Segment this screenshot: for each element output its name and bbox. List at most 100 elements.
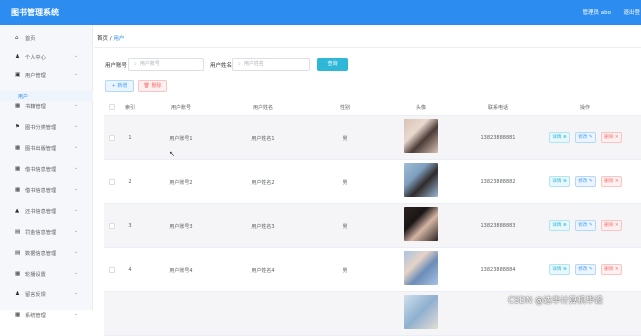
account-placeholder: 用户账号 <box>139 61 160 67</box>
breadcrumb-separator: / <box>109 36 112 42</box>
breadcrumb-home[interactable]: 首页 <box>97 36 108 42</box>
chevron-down-icon: ⌄ <box>74 53 79 59</box>
sidebar-item[interactable]: ▤ 数据信息管理 ⌄ <box>0 247 93 261</box>
lock-icon: ▲ <box>15 208 20 214</box>
avatar <box>404 207 438 241</box>
batch-delete-button[interactable]: 🗑 删除 <box>138 80 167 92</box>
view-button[interactable]: 详情 ⊕ <box>549 176 570 187</box>
current-user[interactable]: 管理员 abo <box>583 8 611 16</box>
delete-button[interactable]: 删除 ✕ <box>601 132 622 143</box>
row-checkbox[interactable] <box>109 179 115 185</box>
chevron-down-icon: ⌄ <box>74 102 79 108</box>
delete-button[interactable]: 删除 ✕ <box>601 264 622 275</box>
cell-gender: 男 <box>342 136 348 142</box>
breadcrumb: 首页 / 用户 <box>97 34 124 42</box>
search-button[interactable]: 查询 <box>317 58 348 71</box>
account-search-input[interactable]: ⌕ 用户账号 <box>128 58 204 71</box>
sidebar-item-label: 借书信息管理 <box>25 167 57 173</box>
doc-icon: ▤ <box>15 250 21 256</box>
users-icon: ▣ <box>15 72 21 78</box>
app-title: 图书管理系统 <box>11 8 59 17</box>
view-button[interactable]: 详情 ⊕ <box>549 132 570 143</box>
sidebar-item-label: 借书信息管理 <box>25 188 57 194</box>
sidebar-item-label: 书籍管理 <box>25 104 46 110</box>
row-checkbox[interactable] <box>109 135 115 141</box>
column-header-name: 用户姓名 <box>252 105 274 111</box>
chevron-down-icon: ⌄ <box>74 123 79 129</box>
chevron-down-icon: ⌄ <box>74 165 79 171</box>
row-checkbox[interactable] <box>109 267 115 273</box>
delete-button-label: 删除 <box>604 223 614 228</box>
account-label: 用户账号 <box>105 63 128 69</box>
table-row: 1 用户账号1 用户姓名1 男 13823888881 详情 ⊕ 修改 ✎ 删除 ✕ <box>104 116 641 160</box>
chevron-down-icon: ⌄ <box>74 186 79 192</box>
sidebar-item[interactable]: ▦ 借书信息管理 ⌄ <box>0 163 93 177</box>
sidebar-item[interactable]: ▣ 用户管理 ⌄ <box>0 69 93 83</box>
table-row: 4 用户账号4 用户姓名4 男 13823888884 详情 ⊕ 修改 ✎ 删除 ✕ <box>104 248 641 292</box>
sidebar-item-label: 还书信息管理 <box>25 209 57 215</box>
edit-button[interactable]: 修改 ✎ <box>575 176 596 187</box>
delete-button-label: 删除 <box>604 135 614 140</box>
sidebar-item[interactable]: ⌂ 首页 <box>0 32 93 46</box>
delete-button[interactable]: 删除 ✕ <box>601 176 622 187</box>
edit-button[interactable]: 修改 ✎ <box>575 132 596 143</box>
grid-icon: ▦ <box>15 312 21 318</box>
home-icon: ⌂ <box>15 35 19 41</box>
grid-icon: ▦ <box>15 271 21 277</box>
top-bar: 图书管理系统 管理员 abo 退出登 <box>0 0 641 25</box>
sidebar-item[interactable]: ♟ 留言反馈 ⌄ <box>0 288 93 302</box>
sidebar-item[interactable]: ▦ 书籍管理 ⌄ <box>0 100 93 114</box>
sidebar-item[interactable]: ▦ 系统管理 ⌄ <box>0 309 93 323</box>
watermark: CSDN @达华计算机毕设 <box>508 296 603 306</box>
sidebar-item[interactable]: ♟ 个人中心 ⌄ <box>0 51 93 65</box>
cell-phone: 13823888881 <box>480 135 516 141</box>
view-button[interactable]: 详情 ⊕ <box>549 220 570 231</box>
add-button[interactable]: + 新增 <box>105 80 134 92</box>
sidebar-subitem-label: 用户 <box>18 94 29 100</box>
sidebar-item[interactable]: ⚑ 图书分类管理 ⌄ <box>0 121 93 135</box>
cell-gender: 男 <box>342 268 348 274</box>
cell-index: 2 <box>128 179 132 185</box>
batch-delete-label: 删除 <box>151 83 162 89</box>
sidebar-item-label: 个人中心 <box>25 55 46 61</box>
user-icon: ♟ <box>15 54 20 60</box>
sidebar-subitem-users[interactable]: 用户 <box>0 91 93 101</box>
name-label: 用户姓名 <box>210 63 233 69</box>
edit-button[interactable]: 修改 ✎ <box>575 264 596 275</box>
view-button-label: 详情 <box>552 267 562 272</box>
sidebar-item[interactable]: ▲ 还书信息管理 ⌄ <box>0 205 93 219</box>
cell-account: 用户账号4 <box>169 268 193 274</box>
edit-button-label: 修改 <box>578 267 588 272</box>
sidebar-item[interactable]: ▦ 轮播设置 ⌄ <box>0 268 93 282</box>
cell-gender: 男 <box>342 224 348 230</box>
avatar <box>404 163 438 197</box>
sidebar-item[interactable]: ▦ 借书信息管理 ⌄ <box>0 184 93 198</box>
column-header-index: 索引 <box>124 105 136 111</box>
table-row: 3 用户账号3 用户姓名3 男 13823888883 详情 ⊕ 修改 ✎ 删除 ✕ <box>104 204 641 248</box>
sidebar-item-label: 轮播设置 <box>25 272 46 278</box>
flag-icon: ⚑ <box>15 124 20 130</box>
row-checkbox[interactable] <box>109 223 115 229</box>
cell-gender: 男 <box>342 180 348 186</box>
view-button[interactable]: 详情 ⊕ <box>549 264 570 275</box>
trash-icon: 🗑 <box>143 83 150 89</box>
column-header-actions: 操作 <box>579 105 591 111</box>
edit-button-label: 修改 <box>578 179 588 184</box>
select-all-checkbox[interactable] <box>109 104 115 110</box>
view-button-label: 详情 <box>552 223 562 228</box>
sidebar-item[interactable]: ▦ 图书出版管理 ⌄ <box>0 142 93 156</box>
delete-button[interactable]: 删除 ✕ <box>601 220 622 231</box>
logout-link[interactable]: 退出登 <box>623 8 640 16</box>
cell-name: 用户姓名1 <box>251 136 275 142</box>
table-row: 2 用户账号2 用户姓名2 男 13823888882 详情 ⊕ 修改 ✎ 删除 ✕ <box>104 160 641 204</box>
sidebar-item-label: 图书分类管理 <box>25 125 57 131</box>
avatar <box>404 251 438 285</box>
name-search-input[interactable]: ⌕ 用户姓名 <box>232 58 310 71</box>
cell-index: 1 <box>128 135 132 141</box>
sidebar-item[interactable]: ▤ 罚金信息管理 ⌄ <box>0 226 93 240</box>
grid-icon: ▦ <box>15 166 21 172</box>
grid-icon: ▦ <box>15 103 21 109</box>
cell-name: 用户姓名3 <box>251 224 275 230</box>
cell-name: 用户姓名2 <box>251 180 275 186</box>
edit-button[interactable]: 修改 ✎ <box>575 220 596 231</box>
